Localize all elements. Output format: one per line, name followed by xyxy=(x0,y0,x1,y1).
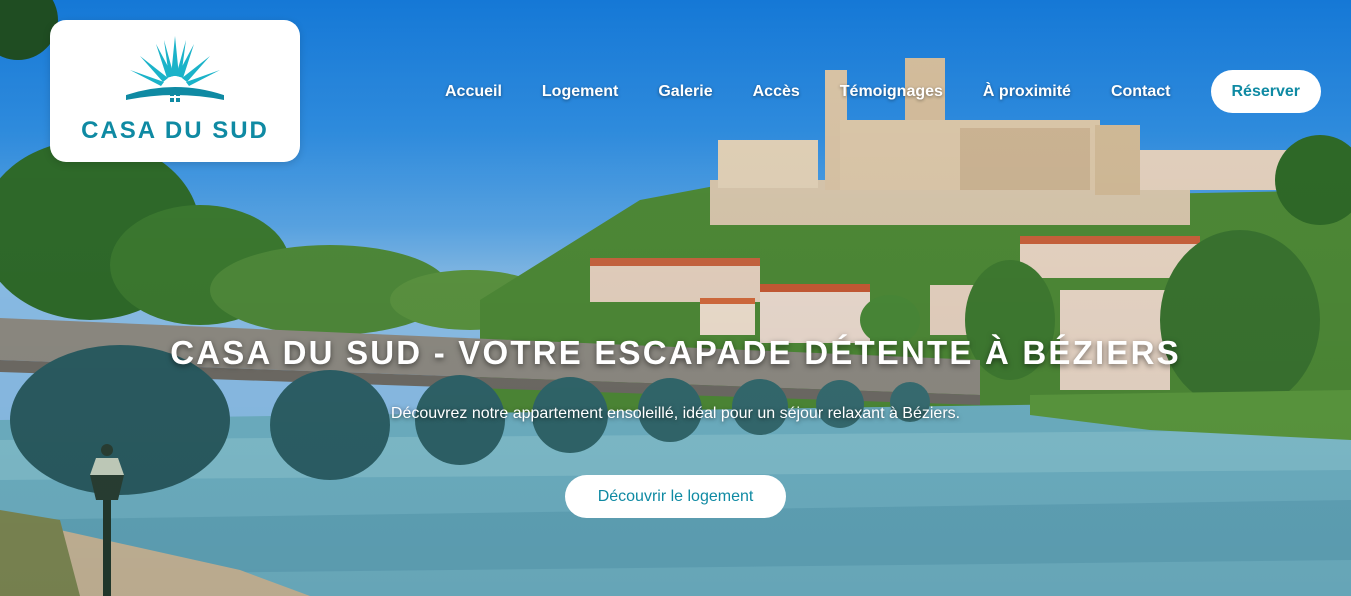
hero-subtitle: Découvrez notre appartement ensoleillé, … xyxy=(390,405,961,422)
site-logo[interactable]: CASA DU SUD xyxy=(50,20,300,162)
logo-wordmark: CASA DU SUD xyxy=(81,117,269,144)
nav-item-logement[interactable]: Logement xyxy=(542,83,618,101)
hero-title: CASA DU SUD - VOTRE ESCAPADE DÉTENTE À B… xyxy=(170,334,1181,371)
reserve-button[interactable]: Réserver xyxy=(1210,70,1321,113)
nav-item-acces[interactable]: Accès xyxy=(753,83,800,101)
nav-item-contact[interactable]: Contact xyxy=(1111,83,1171,101)
sun-house-icon xyxy=(126,36,224,102)
main-nav: Accueil Logement Galerie Accès Témoignag… xyxy=(445,70,1321,113)
nav-item-a-proximite[interactable]: À proximité xyxy=(983,83,1071,101)
nav-item-temoignages[interactable]: Témoignages xyxy=(840,83,943,101)
discover-accommodation-button[interactable]: Découvrir le logement xyxy=(565,475,786,518)
nav-item-galerie[interactable]: Galerie xyxy=(658,83,712,101)
nav-item-accueil[interactable]: Accueil xyxy=(445,83,502,101)
